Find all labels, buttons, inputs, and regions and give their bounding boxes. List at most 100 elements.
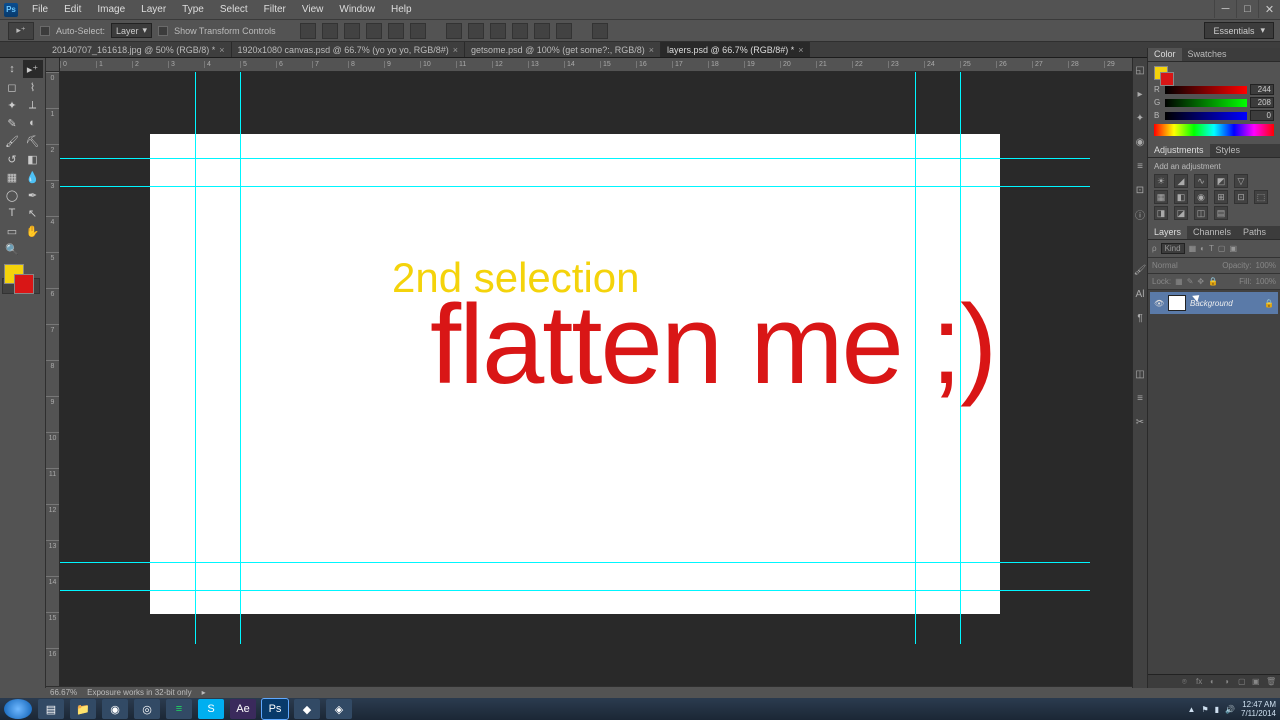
trash-icon[interactable]: 🗑	[1266, 677, 1276, 687]
close-icon[interactable]: ×	[219, 45, 224, 55]
eyedropper-tool[interactable]: ✎	[2, 114, 22, 132]
start-button[interactable]	[4, 699, 32, 719]
menu-view[interactable]: View	[294, 4, 332, 15]
auto-select-mode[interactable]: Layer▾	[111, 23, 152, 38]
ruler-vertical[interactable]: 012345678910111213141516	[46, 72, 60, 688]
guide[interactable]	[60, 590, 1090, 591]
adj-brightness-icon[interactable]: ☀	[1154, 174, 1168, 188]
filter-shape-icon[interactable]: ▢	[1218, 244, 1226, 253]
crop-tool[interactable]: ⟂	[23, 96, 43, 114]
filter-type-icon[interactable]: T	[1209, 244, 1214, 253]
minimize-button[interactable]: ─	[1214, 0, 1236, 18]
menu-window[interactable]: Window	[331, 4, 383, 15]
adj-photo-filter-icon[interactable]: ◉	[1194, 190, 1208, 204]
adj-channel-icon[interactable]: ⊞	[1214, 190, 1228, 204]
filter-kind[interactable]: Kind	[1161, 243, 1185, 254]
status-arrow[interactable]: ▸	[202, 688, 206, 697]
dock-icon[interactable]: ⊡	[1134, 184, 1146, 196]
adj-levels-icon[interactable]: ◢	[1174, 174, 1188, 188]
menu-help[interactable]: Help	[383, 4, 420, 15]
new-layer-icon[interactable]: ▣	[1252, 677, 1262, 687]
history-brush-tool[interactable]: ↺	[2, 150, 22, 168]
dodge-tool[interactable]: ◯	[2, 186, 22, 204]
menu-filter[interactable]: Filter	[256, 4, 294, 15]
distribute-button[interactable]	[534, 23, 550, 39]
artboard[interactable]: 2nd selection flatten me ;)	[150, 134, 1000, 614]
pen-tool[interactable]: ✒	[23, 186, 43, 204]
layer-background[interactable]: 👁 Background 🔒	[1150, 292, 1278, 314]
adj-posterize-icon[interactable]: ◨	[1154, 206, 1168, 220]
hand-tool[interactable]: ✋	[23, 222, 43, 240]
b-value[interactable]: 0	[1250, 110, 1274, 121]
menu-select[interactable]: Select	[212, 4, 256, 15]
dock-icon[interactable]: ▸	[1134, 88, 1146, 100]
r-value[interactable]: 244	[1250, 84, 1274, 95]
tab-swatches[interactable]: Swatches	[1182, 48, 1233, 61]
guide[interactable]	[60, 562, 1090, 563]
document-tab[interactable]: getsome.psd @ 100% (get some?:, RGB/8)×	[465, 42, 661, 57]
menu-edit[interactable]: Edit	[56, 4, 89, 15]
tab-adjustments[interactable]: Adjustments	[1148, 144, 1210, 157]
r-slider[interactable]	[1165, 86, 1247, 94]
adj-bw-icon[interactable]: ◧	[1174, 190, 1188, 204]
align-button[interactable]	[322, 23, 338, 39]
document-tab[interactable]: 1920x1080 canvas.psd @ 66.7% (yo yo yo, …	[232, 42, 466, 57]
3d-mode-button[interactable]	[592, 23, 608, 39]
tool-preset-picker[interactable]: ▸⁺	[8, 22, 34, 40]
adj-hue-icon[interactable]: ▦	[1154, 190, 1168, 204]
b-slider[interactable]	[1165, 112, 1247, 120]
zoom-tool[interactable]: 🔍	[2, 240, 22, 258]
shape-tool[interactable]: ▭	[2, 222, 22, 240]
tab-channels[interactable]: Channels	[1187, 226, 1237, 239]
tab-layers[interactable]: Layers	[1148, 226, 1187, 239]
dock-icon[interactable]: ≡	[1134, 392, 1146, 404]
dock-icon[interactable]: ✂	[1134, 416, 1146, 428]
fill-value[interactable]: 100%	[1256, 277, 1276, 286]
stamp-tool[interactable]: ⛏	[23, 132, 43, 150]
canvas-area[interactable]: 0123456789101112131415161718192021222324…	[46, 58, 1132, 688]
taskbar-explorer[interactable]: ▤	[38, 699, 64, 719]
close-icon[interactable]: ×	[649, 45, 654, 55]
distribute-button[interactable]	[446, 23, 462, 39]
adj-vibrance-icon[interactable]: ▽	[1234, 174, 1248, 188]
close-button[interactable]: ✕	[1258, 0, 1280, 18]
menu-type[interactable]: Type	[174, 4, 212, 15]
filter-pixel-icon[interactable]: ▦	[1189, 244, 1197, 253]
taskbar-clock[interactable]: 12:47 AM 7/11/2014	[1241, 700, 1276, 718]
dock-icon[interactable]: ◱	[1134, 64, 1146, 76]
document-tab-active[interactable]: layers.psd @ 66.7% (RGB/8#) *×	[661, 42, 810, 57]
zoom-level[interactable]: 66.67%	[50, 688, 77, 697]
adj-lookup-icon[interactable]: ⊡	[1234, 190, 1248, 204]
ruler-horizontal[interactable]: 0123456789101112131415161718192021222324…	[60, 58, 1132, 72]
taskbar-photoshop[interactable]: Ps	[262, 699, 288, 719]
close-icon[interactable]: ×	[453, 45, 458, 55]
dock-icon[interactable]: 🖌	[1134, 264, 1146, 276]
lasso-tool[interactable]: ⌇	[23, 78, 43, 96]
type-tool[interactable]: T	[2, 204, 22, 222]
move-tool[interactable]: ↕	[2, 60, 22, 78]
fx-icon[interactable]: fx	[1196, 677, 1206, 687]
adj-invert-icon[interactable]: ⬚	[1254, 190, 1268, 204]
brush-tool[interactable]: 🖌	[2, 132, 22, 150]
tab-paths[interactable]: Paths	[1237, 226, 1272, 239]
tab-color[interactable]: Color	[1148, 48, 1182, 61]
layer-name[interactable]: Background	[1190, 299, 1260, 308]
align-button[interactable]	[388, 23, 404, 39]
taskbar-app[interactable]: ◆	[294, 699, 320, 719]
dock-icon[interactable]: ⓘ	[1134, 208, 1146, 220]
color-preview[interactable]	[1154, 66, 1172, 84]
align-button[interactable]	[344, 23, 360, 39]
background-color[interactable]	[14, 274, 34, 294]
eraser-tool[interactable]: ◧	[23, 150, 43, 168]
tray-network-icon[interactable]: ▮	[1215, 705, 1219, 714]
dock-icon[interactable]: ◫	[1134, 368, 1146, 380]
link-icon[interactable]: ⌾	[1182, 677, 1192, 687]
lock-pos-icon[interactable]: ✥	[1197, 277, 1204, 286]
distribute-button[interactable]	[512, 23, 528, 39]
taskbar-app[interactable]: ◈	[326, 699, 352, 719]
healing-tool[interactable]: ◐	[23, 114, 43, 132]
taskbar-steam[interactable]: ◎	[134, 699, 160, 719]
distribute-button[interactable]	[490, 23, 506, 39]
workspace-switcher[interactable]: Essentials▾	[1204, 22, 1274, 39]
filter-smart-icon[interactable]: ▣	[1229, 244, 1237, 253]
